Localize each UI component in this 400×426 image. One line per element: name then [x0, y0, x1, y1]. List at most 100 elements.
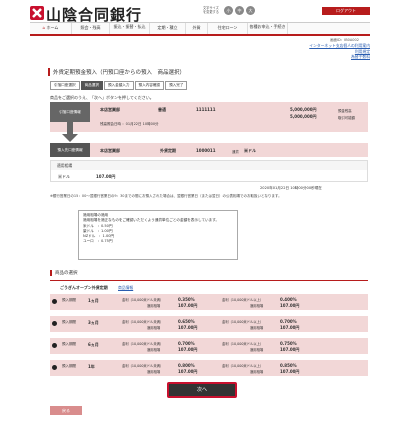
- fx-b: 107.00円: [280, 347, 300, 352]
- section-divider: [50, 280, 368, 281]
- fx-a: 107.00円: [178, 347, 198, 352]
- term-label: 預入期間: [62, 342, 76, 346]
- plan-info-link[interactable]: 商品情報: [118, 285, 133, 291]
- fontsize-label: 文字サイズを変更する: [203, 6, 219, 14]
- nav-deposit[interactable]: 定期・積立: [150, 23, 186, 34]
- rate-a: 0.800%: [178, 363, 195, 368]
- term-label: 預入期間: [62, 298, 76, 302]
- rate-label-b: 金利（10,000米ドル以上）: [222, 364, 264, 368]
- section-title: 商品の選択: [50, 270, 78, 276]
- from-available-label: 取引可能額: [338, 116, 355, 120]
- rate-b: 0.850%: [280, 363, 297, 368]
- term-label: 預入期間: [62, 364, 76, 368]
- step-indicator: 引落口座選択 商品選択 預入金額入力 預入内容確認 預入完了: [50, 81, 188, 90]
- rate-label-a: 金利（10,000米ドル未満）: [122, 364, 164, 368]
- term-label: 預入期間: [62, 320, 76, 324]
- rate-a: 0.650%: [178, 319, 195, 324]
- bank-logo-icon: [30, 6, 44, 20]
- from-balance-label: 預金残高: [338, 109, 352, 113]
- info-item: ユーロ ：0.75円: [83, 239, 113, 244]
- fee-link[interactable]: 為替手数料: [280, 54, 370, 60]
- from-account-number: 1111111: [196, 107, 216, 112]
- rate-label-a: 金利（10,000米ドル未満）: [122, 298, 164, 302]
- fx-label: 適用相場: [250, 304, 264, 308]
- rate-value: 107.00円: [96, 174, 116, 179]
- main-nav: ⌂ ホーム 照会・残高 振込・振替・払込 定期・積立 外貨 住宅ローン 各種お申…: [30, 22, 370, 36]
- rate-a: 0.700%: [178, 341, 195, 346]
- to-currency-label: 通貨: [232, 150, 239, 154]
- fontsize-small-button[interactable]: 小: [224, 6, 233, 15]
- back-button[interactable]: 戻る: [50, 406, 82, 415]
- rate-label-b: 金利（10,000米ドル以上）: [222, 298, 264, 302]
- plan-radio-1m[interactable]: [52, 299, 57, 304]
- fx-label: 適用相場: [250, 348, 264, 352]
- plan-radio-6m[interactable]: [52, 343, 57, 348]
- step-3: 預入金額入力: [103, 81, 134, 90]
- from-balance: 5,000,000円: [290, 107, 317, 112]
- fx-label: 適用相場: [147, 326, 161, 330]
- down-arrow-head: [62, 134, 78, 142]
- nav-foreign[interactable]: 外貨: [186, 23, 208, 34]
- from-account-label: 引落口座情報: [50, 102, 90, 122]
- step-4: 預入内容確認: [134, 81, 165, 90]
- fx-a: 107.00円: [178, 325, 198, 330]
- nav-transfer[interactable]: 振込・振替・払込: [110, 23, 150, 34]
- help-links: インターネット支店個人の利用案内 利用規定 為替手数料: [280, 43, 370, 60]
- rate-info-box: 適用相場の適用 適用相場を適正なものをご確認いただくよう通貨単位ごとの金額を表示…: [78, 210, 238, 260]
- rate-label-b: 金利（10,000米ドル以上）: [222, 342, 264, 346]
- fontsize-medium-button[interactable]: 中: [235, 6, 244, 15]
- fx-b: 107.00円: [280, 303, 300, 308]
- step-1: 引落口座選択: [50, 81, 80, 90]
- rate-head: 適用相場: [51, 161, 367, 170]
- rate-note: ※銀行営業日の15：00〜翌銀行営業日の9：30までの間にお預入された場合は、翌…: [50, 194, 282, 198]
- term-value: 3ヵ月: [88, 320, 99, 325]
- term-value: 1ヵ月: [88, 298, 99, 303]
- rate-b: 0.400%: [280, 297, 297, 302]
- fx-b: 107.00円: [280, 369, 300, 374]
- balance-inquiry-time: 残高照会日時 ：01月22日 10時00分: [100, 122, 159, 126]
- logout-button[interactable]: ログアウト: [322, 7, 370, 15]
- nav-housing-loan[interactable]: 住宅ローン: [208, 23, 248, 34]
- nav-applications[interactable]: 各種お申込・手続き: [248, 23, 288, 34]
- to-account-label: 預入先口座情報: [50, 143, 90, 157]
- fx-label: 適用相場: [147, 348, 161, 352]
- rate-label-b: 金利（10,000米ドル以上）: [222, 320, 264, 324]
- rate-b: 0.700%: [280, 319, 297, 324]
- from-type: 普通: [158, 107, 166, 112]
- to-type: 外貨定期: [160, 148, 176, 153]
- fx-b: 107.00円: [280, 325, 300, 330]
- to-branch: 本店営業部: [100, 148, 120, 153]
- fx-a: 107.00円: [178, 303, 198, 308]
- down-arrow-icon: [67, 122, 73, 134]
- fx-label: 適用相場: [250, 326, 264, 330]
- plan-row-1y[interactable]: [50, 360, 368, 376]
- rate-label-a: 金利（10,000米ドル未満）: [122, 342, 164, 346]
- rate-b: 0.750%: [280, 341, 297, 346]
- next-button[interactable]: 次へ: [167, 382, 237, 398]
- nav-home[interactable]: ⌂ ホーム: [30, 23, 72, 34]
- fx-label: 適用相場: [250, 370, 264, 374]
- step-2: 商品選択: [80, 81, 103, 90]
- to-currency: 米ドル: [244, 148, 256, 153]
- timestamp: 2020年01月22日 10時00分00秒現在: [260, 186, 322, 190]
- term-value: 6ヵ月: [88, 342, 99, 347]
- fx-a: 107.00円: [178, 369, 198, 374]
- instruction-text: 商品をご選択のうえ、「次へ」ボタンを押してください。: [50, 95, 154, 100]
- rate-label-a: 金利（10,000米ドル未満）: [122, 320, 164, 324]
- rate-currency: 米ドル: [58, 174, 70, 179]
- to-account-number: 1000011: [196, 148, 216, 153]
- plan-title: ごうぎんオープン外貨定期: [60, 285, 108, 290]
- fontsize-large-button[interactable]: 大: [246, 6, 255, 15]
- step-5: 預入完了: [165, 81, 188, 90]
- plan-radio-1y[interactable]: [52, 365, 57, 370]
- page-title: 外貨定期預金預入（円預口座からの預入 商品選択）: [48, 68, 185, 76]
- from-branch: 本店営業部: [100, 107, 120, 112]
- from-available: 5,000,000円: [290, 114, 317, 119]
- fx-label: 適用相場: [147, 370, 161, 374]
- rate-a: 0.350%: [178, 297, 195, 302]
- plan-radio-3m[interactable]: [52, 321, 57, 326]
- fx-label: 適用相場: [147, 304, 161, 308]
- info-desc: 適用相場を適正なものをご確認いただくよう通貨単位ごとの金額を表示しています。: [83, 218, 220, 223]
- term-value: 1年: [88, 364, 95, 369]
- nav-inquiry[interactable]: 照会・残高: [72, 23, 110, 34]
